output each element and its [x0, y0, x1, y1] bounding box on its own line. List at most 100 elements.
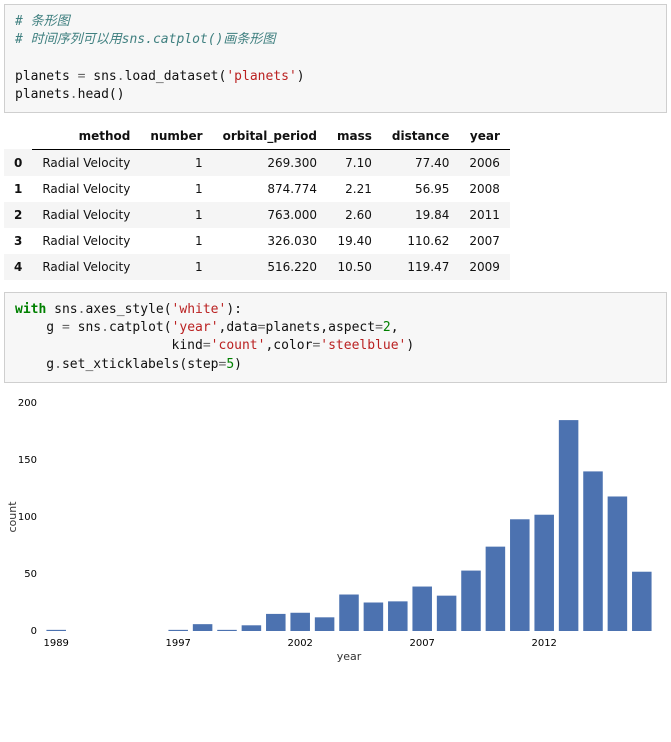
- code-op: =: [258, 320, 266, 335]
- table-cell: 3: [4, 228, 32, 254]
- col-header: year: [459, 123, 510, 150]
- chart-bar: [559, 420, 579, 631]
- svg-text:0: 0: [31, 626, 37, 637]
- table-cell: 2: [4, 202, 32, 228]
- col-header: orbital_period: [213, 123, 327, 150]
- chart-bar: [217, 630, 237, 631]
- code-cell-2: with sns.axes_style('white'): g = sns.ca…: [4, 292, 667, 383]
- table-cell: 4: [4, 254, 32, 280]
- table-row: 3Radial Velocity1326.03019.40110.622007: [4, 228, 510, 254]
- code-string: 'steelblue': [320, 338, 406, 353]
- code-text: ):: [226, 302, 242, 317]
- svg-text:200: 200: [18, 398, 37, 409]
- code-text: g: [15, 357, 54, 372]
- code-text: sns: [70, 320, 101, 335]
- table-cell: Radial Velocity: [32, 202, 140, 228]
- col-header: mass: [327, 123, 382, 150]
- table-cell: 1: [140, 176, 212, 202]
- countplot-chart: 050100150200count19891997200220072012yea…: [4, 393, 667, 663]
- code-text: set_xticklabels(step: [62, 357, 219, 372]
- chart-bar: [583, 471, 603, 631]
- table-cell: 19.40: [327, 228, 382, 254]
- code-text: kind: [15, 338, 203, 353]
- chart-bar: [510, 519, 530, 631]
- chart-bar: [534, 514, 554, 630]
- svg-text:50: 50: [24, 569, 37, 580]
- chart-bar: [290, 612, 310, 630]
- table-cell: 2009: [459, 254, 510, 280]
- code-string: 'year': [172, 320, 219, 335]
- code-text: load_dataset(: [125, 69, 227, 84]
- table-cell: 2007: [459, 228, 510, 254]
- table-cell: Radial Velocity: [32, 254, 140, 280]
- code-text: ): [406, 338, 414, 353]
- col-header: [4, 123, 32, 150]
- code-keyword: with: [15, 302, 46, 317]
- code-text: sns: [46, 302, 77, 317]
- table-cell: 56.95: [382, 176, 459, 202]
- table-cell: 2.21: [327, 176, 382, 202]
- code-op: =: [375, 320, 383, 335]
- chart-bar: [339, 594, 359, 630]
- table-cell: 1: [140, 149, 212, 176]
- table-cell: 1: [140, 202, 212, 228]
- table-row: 2Radial Velocity1763.0002.6019.842011: [4, 202, 510, 228]
- dataframe-output: method number orbital_period mass distan…: [4, 123, 667, 280]
- code-op: .: [70, 87, 78, 102]
- svg-text:1989: 1989: [43, 638, 68, 649]
- chart-bar: [632, 571, 652, 630]
- table-cell: 2006: [459, 149, 510, 176]
- code-text: ,color: [265, 338, 312, 353]
- svg-text:1997: 1997: [165, 638, 190, 649]
- table-cell: 7.10: [327, 149, 382, 176]
- code-op: =: [203, 338, 211, 353]
- col-header: distance: [382, 123, 459, 150]
- col-header: method: [32, 123, 140, 150]
- table-cell: 2.60: [327, 202, 382, 228]
- table-row: 1Radial Velocity1874.7742.2156.952008: [4, 176, 510, 202]
- table-cell: 10.50: [327, 254, 382, 280]
- svg-text:2002: 2002: [287, 638, 312, 649]
- chart-bar: [193, 624, 213, 631]
- svg-text:150: 150: [18, 455, 37, 466]
- table-cell: Radial Velocity: [32, 228, 140, 254]
- code-op: .: [54, 357, 62, 372]
- dataframe-table: method number orbital_period mass distan…: [4, 123, 510, 280]
- table-cell: 874.774: [213, 176, 327, 202]
- code-string: 'white': [172, 302, 227, 317]
- chart-bar: [315, 617, 335, 631]
- code-op: =: [62, 320, 70, 335]
- code-text: ): [297, 69, 305, 84]
- table-cell: 1: [4, 176, 32, 202]
- code-comment: # 条形图: [15, 14, 70, 29]
- table-cell: 1: [140, 254, 212, 280]
- code-text: axes_style(: [85, 302, 171, 317]
- table-row: 0Radial Velocity1269.3007.1077.402006: [4, 149, 510, 176]
- code-text: catplot(: [109, 320, 172, 335]
- chart-bar: [608, 496, 628, 631]
- code-text: head(): [78, 87, 125, 102]
- code-text: ,: [391, 320, 399, 335]
- table-cell: 269.300: [213, 149, 327, 176]
- code-op: .: [101, 320, 109, 335]
- code-text: planets,aspect: [266, 320, 376, 335]
- col-header: number: [140, 123, 212, 150]
- table-cell: 19.84: [382, 202, 459, 228]
- table-cell: Radial Velocity: [32, 149, 140, 176]
- chart-bar: [437, 595, 457, 630]
- table-cell: 2011: [459, 202, 510, 228]
- chart-bar: [46, 630, 66, 631]
- chart-bar: [486, 546, 506, 630]
- table-cell: 0: [4, 149, 32, 176]
- code-text: ,data: [219, 320, 258, 335]
- code-op: .: [117, 69, 125, 84]
- table-cell: Radial Velocity: [32, 176, 140, 202]
- table-cell: 77.40: [382, 149, 459, 176]
- chart-svg: 050100150200count19891997200220072012yea…: [4, 393, 664, 663]
- table-cell: 763.000: [213, 202, 327, 228]
- code-comment: # 时间序列可以用sns.catplot()画条形图: [15, 32, 275, 47]
- code-cell-1: # 条形图 # 时间序列可以用sns.catplot()画条形图 planets…: [4, 4, 667, 113]
- code-text: ): [234, 357, 242, 372]
- code-text: sns: [85, 69, 116, 84]
- chart-bar: [168, 630, 188, 631]
